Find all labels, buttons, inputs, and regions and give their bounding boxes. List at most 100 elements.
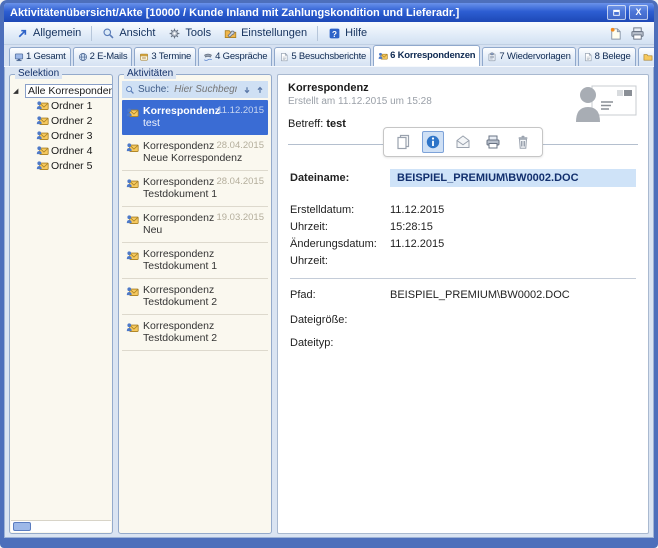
activity-subtitle: Neu (143, 224, 212, 236)
restore-button[interactable] (607, 5, 626, 20)
menu-separator (317, 26, 318, 41)
field-row-aenderungsdatum: Änderungsdatum: 11.12.2015 (290, 237, 636, 251)
menu-hilfe[interactable]: Hilfe (322, 25, 373, 42)
printer-icon (485, 134, 501, 150)
tab-label: 2 E-Mails (90, 51, 128, 62)
project-folder-icon (643, 52, 653, 62)
menu-tools[interactable]: Tools (162, 25, 217, 42)
correspondence-icon (36, 144, 49, 157)
new-document-button[interactable] (605, 25, 626, 42)
tab-label: 1 Gesamt (26, 51, 66, 62)
activity-list: Korrespondenz test 11.12.2015 Korrespond… (122, 100, 268, 531)
activity-text: Korrespondenz Testdokument 2 (143, 320, 260, 344)
calendar-icon (139, 52, 149, 62)
tree-node-ordner-1[interactable]: Ordner 1 (13, 98, 110, 113)
tab-projekte[interactable]: 9 Projekte (638, 47, 654, 66)
tab-korrespondenzen[interactable]: 6 Korrespondenzen (373, 45, 480, 66)
tab-emails[interactable]: 2 E-Mails (73, 47, 133, 66)
menu-label: Ansicht (119, 27, 155, 39)
field-label: Uhrzeit: (290, 220, 390, 234)
tree-node-ordner-3[interactable]: Ordner 3 (13, 128, 110, 143)
activity-subtitle: Testdokument 1 (143, 260, 260, 272)
field-row-uhrzeit: Uhrzeit: 15:28:15 (290, 220, 636, 234)
tab-termine[interactable]: 3 Termine (134, 47, 196, 66)
tab-label: 3 Termine (151, 51, 191, 62)
tab-belege[interactable]: 8 Belege (578, 47, 636, 66)
menu-label: Einstellungen (241, 27, 307, 39)
arrow-northeast-icon (16, 27, 29, 40)
activity-list-item[interactable]: Korrespondenz Testdokument 1 (122, 243, 268, 279)
activity-list-item[interactable]: Korrespondenz test 11.12.2015 (122, 100, 268, 135)
correspondence-icon (126, 249, 139, 262)
search-input[interactable] (172, 83, 239, 96)
tab-label: 4 Gespräche (215, 51, 267, 62)
search-next-button[interactable] (242, 85, 252, 95)
horizontal-scrollbar[interactable] (11, 520, 111, 532)
selektion-panel-title: Selektion (15, 68, 62, 79)
menu-allgemein[interactable]: Allgemein (10, 25, 87, 42)
correspondence-icon (36, 114, 49, 127)
correspondence-icon (126, 177, 139, 190)
title-bar: Aktivitätenübersicht/Akte [10000 / Kunde… (4, 3, 654, 22)
tree-expand-icon[interactable]: ◢ (13, 87, 21, 95)
close-button[interactable]: X (629, 5, 648, 20)
document-icon (395, 134, 411, 150)
tree-node-alle-korrespondenzen[interactable]: ◢ Alle Korrespondenzen (13, 83, 110, 98)
print-button[interactable] (627, 25, 648, 42)
field-value: BEISPIEL_PREMIUM\BW0002.DOC (390, 288, 636, 302)
activity-subtitle: Testdokument 2 (143, 332, 260, 344)
detail-fields: Dateiname: BEISPIEL_PREMIUM\BW0002.DOC E… (288, 171, 638, 350)
field-value-highlighted: BEISPIEL_PREMIUM\BW0002.DOC (390, 169, 636, 187)
menu-ansicht[interactable]: Ansicht (96, 25, 161, 42)
activity-date: 28.04.2015 (216, 176, 264, 200)
person-card-watermark-icon (574, 83, 638, 123)
field-value: 11.12.2015 (390, 203, 636, 217)
field-row-uhrzeit-2: Uhrzeit: (290, 254, 636, 268)
scrollbar-thumb[interactable] (13, 522, 31, 531)
clipboard-icon (487, 52, 497, 62)
tab-gespraeche[interactable]: 4 Gespräche (198, 47, 272, 66)
activity-list-item[interactable]: Korrespondenz Testdokument 2 (122, 315, 268, 351)
printer-icon (630, 26, 645, 41)
search-prev-button[interactable] (255, 85, 265, 95)
tree-node-ordner-4[interactable]: Ordner 4 (13, 143, 110, 158)
delete-button[interactable] (512, 131, 534, 153)
tree-node-label: Ordner 3 (51, 130, 92, 142)
activity-list-item[interactable]: Korrespondenz Neue Korrespondenz 28.04.2… (122, 135, 268, 171)
selektion-panel: Selektion ◢ Alle Korrespondenzen Ordner … (9, 74, 113, 534)
search-bar: Suche: (122, 81, 268, 98)
menu-bar: Allgemein Ansicht Tools Einstellungen Hi… (4, 22, 654, 45)
tab-wiedervorlagen[interactable]: 7 Wiedervorlagen (482, 47, 575, 66)
open-document-button[interactable] (392, 131, 414, 153)
window-controls: X (607, 5, 648, 20)
correspondence-icon (126, 213, 139, 226)
activity-title: Korrespondenz (143, 284, 260, 296)
tab-besuchsberichte[interactable]: 5 Besuchsberichte (274, 47, 371, 66)
tab-gesamt[interactable]: 1 Gesamt (9, 47, 71, 66)
tree-node-ordner-5[interactable]: Ordner 5 (13, 158, 110, 173)
window-title: Aktivitätenübersicht/Akte [10000 / Kunde… (10, 7, 607, 19)
print-document-button[interactable] (482, 131, 504, 153)
field-label: Änderungsdatum: (290, 237, 390, 251)
receipt-page-icon (583, 52, 593, 62)
field-label: Dateiname: (290, 171, 390, 185)
activity-date: 11.12.2015 (217, 105, 264, 129)
correspondence-icon (36, 99, 49, 112)
tree-node-label: Alle Korrespondenzen (25, 84, 112, 98)
send-mail-button[interactable] (452, 131, 474, 153)
activity-list-item[interactable]: Korrespondenz Testdokument 2 (122, 279, 268, 315)
settings-folder-icon (224, 27, 237, 40)
field-row-dateityp: Dateityp: (290, 336, 636, 350)
activity-list-item[interactable]: Korrespondenz Neu 19.03.2015 (122, 207, 268, 243)
activity-subtitle: Testdokument 1 (143, 188, 212, 200)
tree-node-label: Ordner 1 (51, 100, 92, 112)
info-button[interactable] (422, 131, 444, 153)
header-divider (288, 144, 638, 145)
app-window: Aktivitätenübersicht/Akte [10000 / Kunde… (0, 0, 658, 548)
activity-list-item[interactable]: Korrespondenz Testdokument 1 28.04.2015 (122, 171, 268, 207)
menu-einstellungen[interactable]: Einstellungen (218, 25, 313, 42)
activity-subtitle: Neue Korrespondenz (143, 152, 212, 164)
correspondence-icon (126, 106, 139, 119)
activity-date: 28.04.2015 (216, 140, 264, 164)
tree-node-ordner-2[interactable]: Ordner 2 (13, 113, 110, 128)
